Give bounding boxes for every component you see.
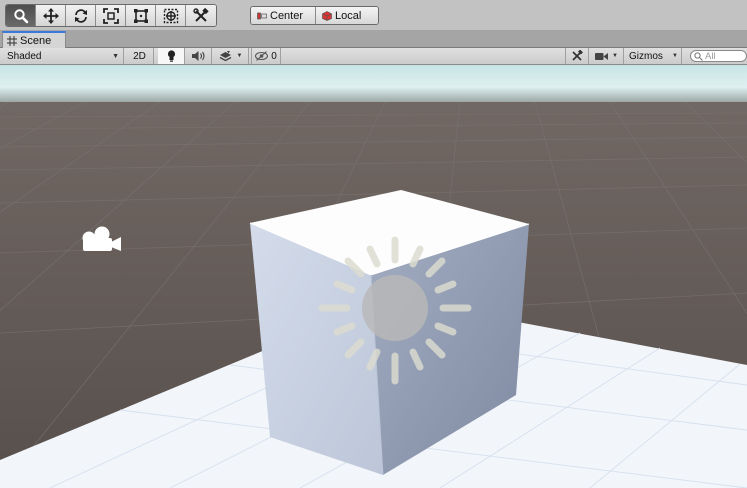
move-arrows-icon — [42, 7, 59, 24]
rotate-tool-button[interactable] — [66, 5, 96, 26]
pivot-rotation-label: Local — [335, 9, 362, 22]
scene-render — [0, 65, 747, 488]
tab-scene-label: Scene — [20, 34, 52, 47]
eye-slash-icon — [255, 51, 269, 61]
search-icon — [694, 51, 703, 61]
scale-icon — [102, 7, 119, 24]
draw-mode-label: Shaded — [7, 50, 42, 62]
tools-crossed-icon — [572, 50, 583, 61]
scene-viewport[interactable] — [0, 65, 747, 488]
scene-toolbar: Shaded ▼ 2D ▼ 0 ▼ Gizmos ▼ All — [0, 48, 747, 65]
rotate-icon — [74, 8, 87, 23]
speaker-icon — [192, 51, 205, 61]
chevron-down-icon: ▼ — [236, 53, 243, 59]
gizmos-dropdown[interactable]: Gizmos ▼ — [625, 48, 682, 64]
draw-mode-dropdown[interactable]: Shaded ▼ — [0, 48, 124, 64]
pivot-rotation-button[interactable]: Local — [316, 7, 378, 24]
pivot-mode-label: Center — [270, 9, 304, 22]
lighting-toggle[interactable] — [158, 48, 185, 64]
audio-toggle[interactable] — [186, 48, 212, 64]
scene-search-input[interactable]: All — [690, 50, 747, 62]
transform-icon — [163, 8, 178, 23]
scene-tools-button[interactable] — [565, 48, 589, 64]
sky — [0, 65, 747, 105]
tab-strip: Scene — [0, 30, 747, 48]
pivot-mode-button[interactable]: Center — [251, 7, 316, 24]
custom-tools-button[interactable] — [186, 5, 216, 26]
scale-tool-button[interactable] — [96, 5, 126, 26]
2d-toggle-label: 2D — [133, 50, 146, 62]
chevron-down-icon: ▼ — [672, 53, 678, 59]
tab-scene[interactable]: Scene — [2, 31, 66, 48]
search-placeholder: All — [705, 50, 716, 62]
chevron-down-icon: ▼ — [612, 53, 618, 59]
hidden-objects-toggle[interactable]: 0 — [251, 48, 281, 64]
hidden-objects-count: 0 — [271, 50, 277, 62]
magnifier-icon — [13, 8, 28, 23]
custom-tools-icon — [193, 7, 209, 22]
grid-hash-icon — [7, 35, 17, 46]
transform-tool-button[interactable] — [156, 5, 186, 26]
pivot-toggle-group: Center Local — [250, 6, 379, 25]
effects-layers-icon — [219, 50, 231, 61]
rect-icon — [133, 8, 148, 23]
chevron-down-icon: ▼ — [112, 52, 119, 60]
rect-tool-button[interactable] — [126, 5, 156, 26]
video-camera-icon — [595, 52, 609, 60]
effects-dropdown[interactable]: ▼ — [213, 48, 249, 64]
main-toolbar: Center Local — [0, 0, 747, 30]
local-cube-icon — [322, 10, 332, 21]
2d-toggle[interactable]: 2D — [126, 48, 154, 64]
move-tool-button[interactable] — [36, 5, 66, 26]
pivot-center-icon — [257, 12, 267, 19]
view-tool-button[interactable] — [6, 5, 36, 26]
transform-tools-group — [5, 4, 217, 27]
lightbulb-icon — [167, 50, 175, 62]
camera-settings-dropdown[interactable]: ▼ — [590, 48, 624, 64]
gizmos-label: Gizmos — [629, 50, 663, 62]
